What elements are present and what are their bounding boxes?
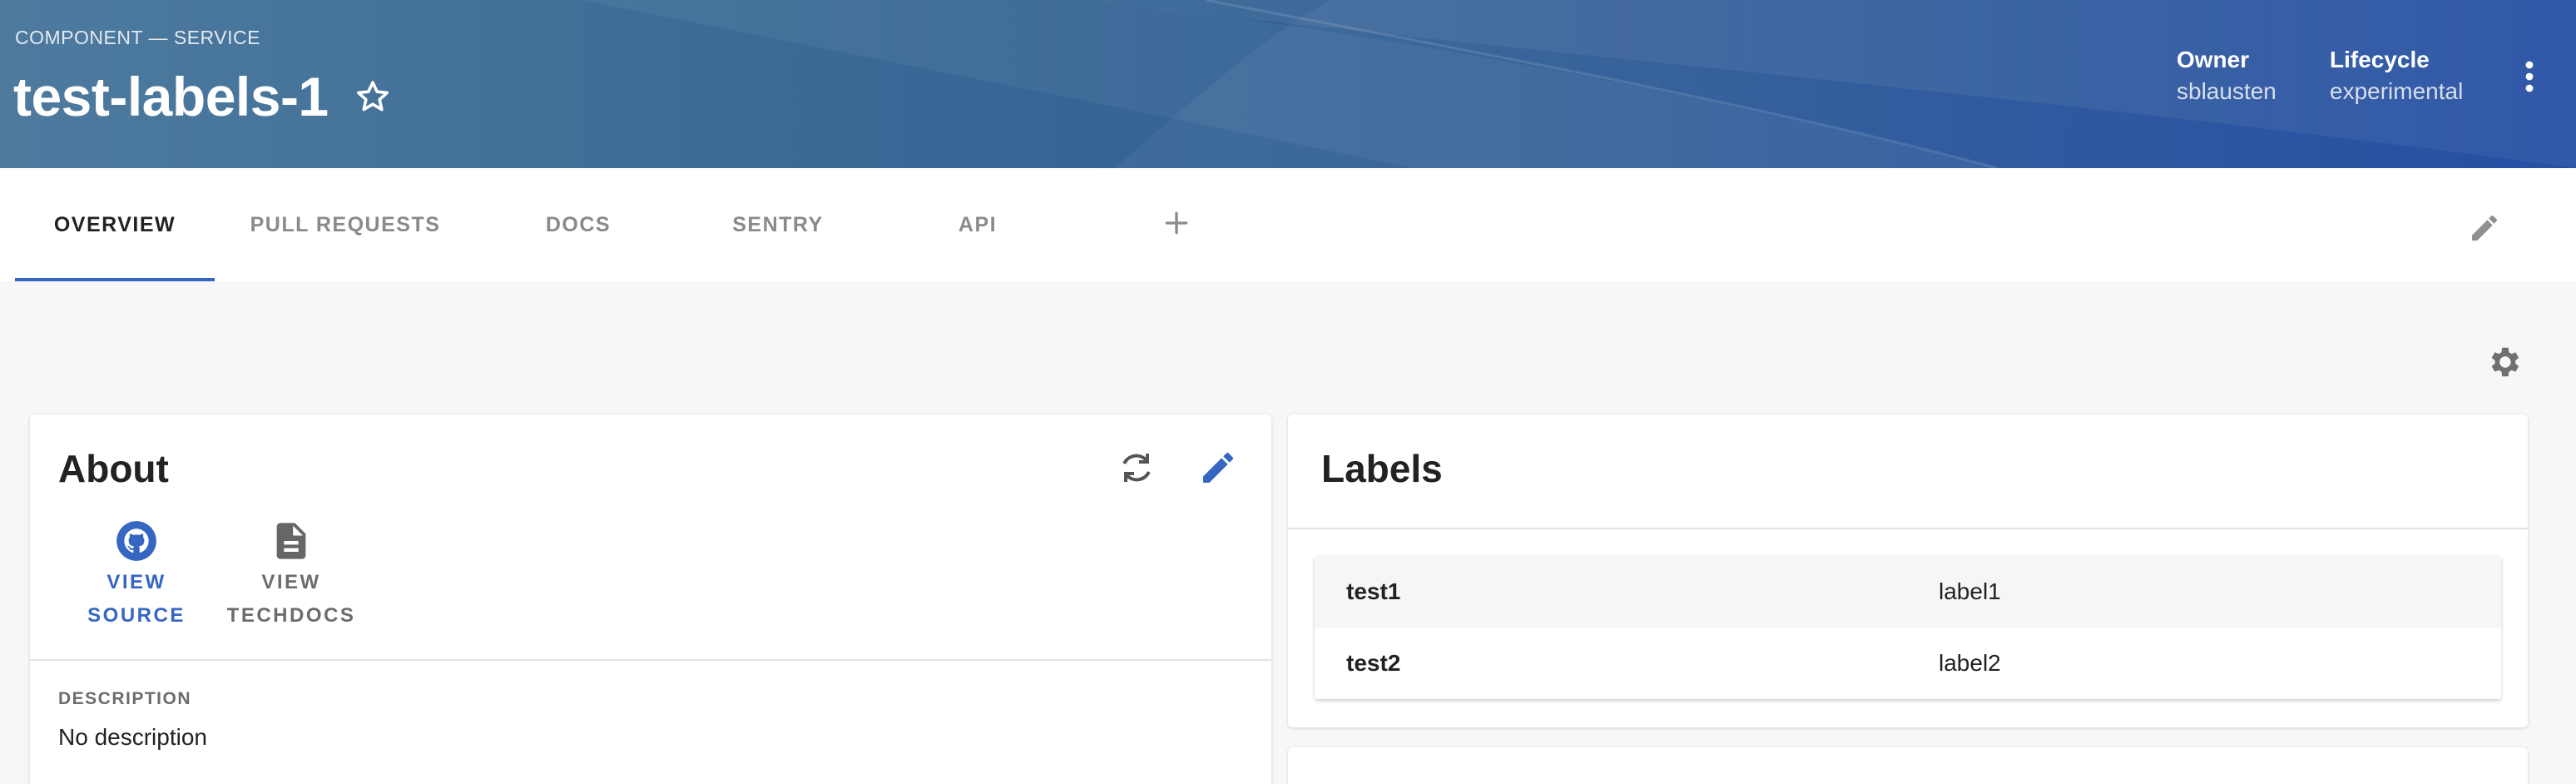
label-value: label2	[1939, 650, 2001, 676]
view-techdocs-line1: VIEW	[261, 571, 321, 593]
label-value: label1	[1939, 578, 2001, 604]
owner-label: Owner	[2177, 47, 2250, 72]
label-key: test2	[1346, 650, 1401, 676]
label-key: test1	[1346, 578, 1401, 604]
lifecycle-value: experimental	[2330, 78, 2464, 104]
about-title: About	[58, 447, 169, 490]
gear-icon[interactable]	[2484, 343, 2523, 381]
tab-sentry[interactable]: SENTRY	[716, 168, 840, 281]
table-row: test2 label2	[1315, 628, 2501, 699]
tab-api[interactable]: API	[932, 168, 1023, 281]
entity-header: COMPONENT — SERVICE test-labels-1 Owner …	[0, 0, 2576, 168]
entity-kind-label: COMPONENT — SERVICE	[15, 27, 260, 48]
labels-table: test1 label1 test2 label2	[1315, 556, 2501, 699]
next-card	[1288, 747, 2528, 784]
lifecycle-meta: Lifecycle experimental	[2330, 47, 2463, 105]
owner-meta: Owner sblausten	[2177, 47, 2276, 105]
refresh-icon[interactable]	[1117, 448, 1157, 488]
edit-layout-icon[interactable]	[2468, 211, 2501, 245]
table-row: test1 label1	[1315, 556, 2501, 628]
about-divider	[30, 659, 1271, 661]
add-tab-icon[interactable]	[1160, 206, 1193, 240]
description-value: No description	[58, 724, 207, 750]
tab-overview[interactable]: OVERVIEW	[15, 168, 215, 281]
description-label: DESCRIPTION	[58, 689, 192, 708]
labels-title: Labels	[1321, 447, 1443, 490]
tab-bar: OVERVIEW PULL REQUESTS DOCS SENTRY API	[0, 168, 2576, 281]
owner-value[interactable]: sblausten	[2177, 78, 2276, 105]
edit-icon[interactable]	[1198, 448, 1238, 488]
tab-docs[interactable]: DOCS	[516, 168, 641, 281]
labels-card: Labels test1 label1 test2 label2	[1288, 414, 2528, 727]
view-techdocs-button[interactable]: VIEW TECHDOCS	[191, 519, 391, 633]
labels-divider	[1288, 528, 2528, 529]
about-card: About VIEW SOURCE VIEW TECHDOCS DESCRIPT…	[30, 414, 1271, 784]
github-icon	[116, 521, 156, 561]
document-icon	[276, 523, 306, 559]
star-outline-icon[interactable]	[353, 77, 393, 117]
more-vert-icon[interactable]	[2518, 60, 2541, 93]
view-techdocs-line2: TECHDOCS	[226, 604, 356, 627]
page-title: test-labels-1	[13, 66, 329, 127]
tab-pull-requests[interactable]: PULL REQUESTS	[241, 168, 449, 281]
lifecycle-label: Lifecycle	[2330, 47, 2430, 72]
